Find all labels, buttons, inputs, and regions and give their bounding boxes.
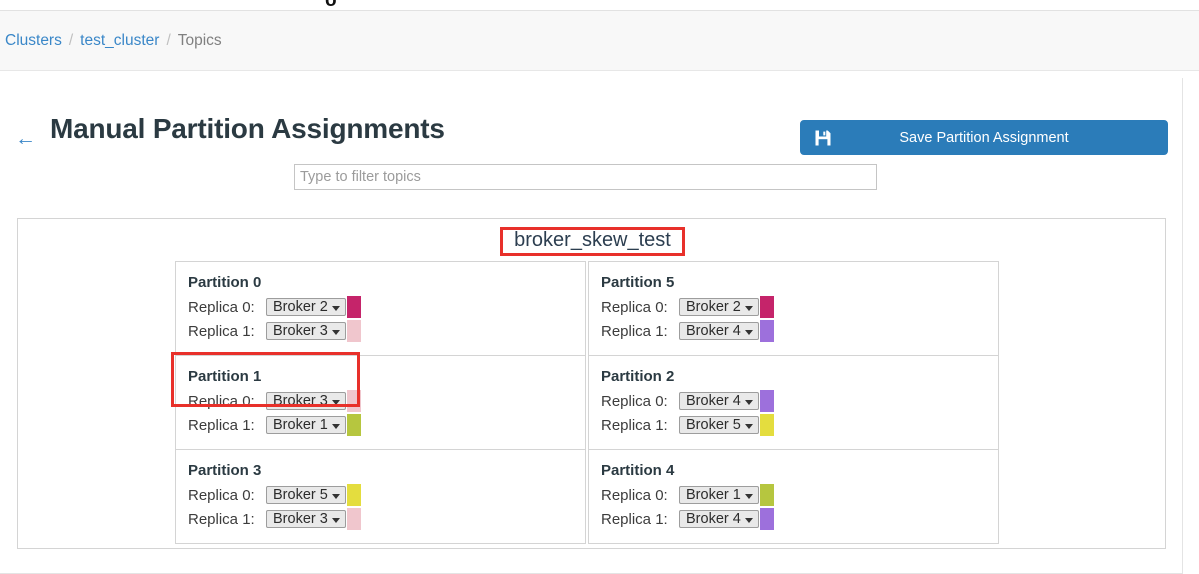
broker-select[interactable]: Broker 2 — [679, 298, 759, 316]
partition-title: Partition 1 — [188, 368, 262, 385]
broker-color-swatch — [346, 508, 361, 530]
filter-row — [0, 164, 1183, 198]
broker-select[interactable]: Broker 2 — [266, 298, 346, 316]
broker-select-wrap[interactable]: Broker 4 — [679, 391, 759, 411]
broker-select[interactable]: Broker 5 — [266, 486, 346, 504]
partition-grid: Partition 0 Replica 0: Broker 2 Replica … — [171, 261, 999, 544]
broker-select-wrap[interactable]: Broker 3 — [266, 509, 346, 529]
broker-color-swatch — [346, 414, 361, 436]
replica-label: Replica 0: — [601, 298, 668, 316]
topic-name-label: broker_skew_test — [514, 229, 671, 251]
replica-label: Replica 0: — [601, 392, 668, 410]
replica-label: Replica 1: — [601, 416, 668, 434]
replica-label: Replica 1: — [601, 510, 668, 528]
broker-color-swatch — [759, 390, 774, 412]
topic-title-wrap: broker_skew_test — [18, 227, 1167, 256]
broker-select[interactable]: Broker 4 — [679, 322, 759, 340]
page-title: Manual Partition Assignments — [50, 113, 445, 144]
replica-row: Replica 0: Broker 4 — [601, 390, 986, 412]
partition-title: Partition 4 — [601, 462, 675, 479]
partition-title: Partition 0 — [188, 274, 262, 291]
breadcrumb-item-test-cluster[interactable]: test_cluster — [80, 32, 159, 50]
save-button-label: Save Partition Assignment — [899, 129, 1069, 146]
replica-row: Replica 1: Broker 5 — [601, 414, 986, 436]
breadcrumb-separator: / — [68, 31, 74, 49]
replica-row: Replica 0: Broker 2 — [601, 296, 986, 318]
broker-select-wrap[interactable]: Broker 5 — [679, 415, 759, 435]
partition-card-4: Partition 4 Replica 0: Broker 1 Replica … — [589, 450, 998, 543]
partition-title: Partition 3 — [188, 462, 262, 479]
broker-color-swatch — [346, 484, 361, 506]
partition-card-0: Partition 0 Replica 0: Broker 2 Replica … — [176, 262, 585, 356]
broker-select[interactable]: Broker 1 — [266, 416, 346, 434]
partition-card-2: Partition 2 Replica 0: Broker 4 Replica … — [589, 356, 998, 450]
broker-select-wrap[interactable]: Broker 5 — [266, 485, 346, 505]
replica-label: Replica 1: — [188, 416, 255, 434]
broker-select-wrap[interactable]: Broker 1 — [266, 415, 346, 435]
replica-row: Replica 1: Broker 3 — [188, 508, 573, 530]
topic-name[interactable]: broker_skew_test — [500, 227, 685, 256]
replica-label: Replica 1: — [188, 510, 255, 528]
broker-color-swatch — [346, 296, 361, 318]
broker-select-wrap[interactable]: Broker 3 — [266, 391, 346, 411]
partition-column-right: Partition 5 Replica 0: Broker 2 Replica … — [588, 261, 999, 544]
replica-label: Replica 1: — [188, 322, 255, 340]
broker-select[interactable]: Broker 5 — [679, 416, 759, 434]
partition-card-5: Partition 5 Replica 0: Broker 2 Replica … — [589, 262, 998, 356]
replica-row: Replica 0: Broker 2 — [188, 296, 573, 318]
replica-row: Replica 0: Broker 5 — [188, 484, 573, 506]
partition-card-3: Partition 3 Replica 0: Broker 5 Replica … — [176, 450, 585, 543]
broker-select-wrap[interactable]: Broker 2 — [266, 297, 346, 317]
broker-color-swatch — [759, 508, 774, 530]
broker-color-swatch — [759, 320, 774, 342]
replica-row: Replica 1: Broker 1 — [188, 414, 573, 436]
main-panel: ← Manual Partition Assignments Save Part… — [0, 78, 1183, 574]
topic-filter-input[interactable] — [294, 164, 877, 190]
broker-select[interactable]: Broker 3 — [266, 322, 346, 340]
broker-select-wrap[interactable]: Broker 2 — [679, 297, 759, 317]
top-nav-strip: o — [0, 0, 1199, 11]
broker-select-wrap[interactable]: Broker 4 — [679, 509, 759, 529]
partition-column-left: Partition 0 Replica 0: Broker 2 Replica … — [171, 261, 586, 544]
replica-row: Replica 0: Broker 3 — [188, 390, 573, 412]
replica-row: Replica 0: Broker 1 — [601, 484, 986, 506]
topic-container: broker_skew_test Partition 0 Replica 0: … — [17, 218, 1166, 549]
save-partition-assignment-button[interactable]: Save Partition Assignment — [800, 120, 1168, 155]
back-arrow-icon[interactable]: ← — [15, 128, 36, 149]
replica-label: Replica 0: — [601, 486, 668, 504]
replica-label: Replica 0: — [188, 486, 255, 504]
replica-row: Replica 1: Broker 3 — [188, 320, 573, 342]
broker-color-swatch — [346, 320, 361, 342]
broker-select-wrap[interactable]: Broker 3 — [266, 321, 346, 341]
broker-color-swatch — [759, 296, 774, 318]
broker-select[interactable]: Broker 1 — [679, 486, 759, 504]
broker-color-swatch — [346, 390, 361, 412]
partition-title: Partition 5 — [601, 274, 675, 291]
broker-select[interactable]: Broker 3 — [266, 510, 346, 528]
broker-color-swatch — [759, 484, 774, 506]
breadcrumb-item-topics: Topics — [177, 31, 222, 49]
broker-select[interactable]: Broker 3 — [266, 392, 346, 410]
replica-label: Replica 0: — [188, 298, 255, 316]
breadcrumb-item-clusters[interactable]: Clusters — [5, 32, 62, 50]
broker-select-wrap[interactable]: Broker 1 — [679, 485, 759, 505]
replica-label: Replica 1: — [601, 322, 668, 340]
page-header: ← Manual Partition Assignments Save Part… — [0, 106, 1183, 168]
breadcrumb: Clusters / test_cluster / Topics — [0, 11, 1199, 71]
broker-color-swatch — [759, 414, 774, 436]
broker-select[interactable]: Broker 4 — [679, 510, 759, 528]
broker-select[interactable]: Broker 4 — [679, 392, 759, 410]
replica-label: Replica 0: — [188, 392, 255, 410]
save-icon — [814, 129, 832, 147]
app-logo-icon: o — [325, 0, 337, 11]
breadcrumb-separator: / — [166, 31, 171, 49]
replica-row: Replica 1: Broker 4 — [601, 320, 986, 342]
replica-row: Replica 1: Broker 4 — [601, 508, 986, 530]
partition-title: Partition 2 — [601, 368, 675, 385]
broker-select-wrap[interactable]: Broker 4 — [679, 321, 759, 341]
partition-card-1: Partition 1 Replica 0: Broker 3 Replica … — [171, 352, 585, 450]
